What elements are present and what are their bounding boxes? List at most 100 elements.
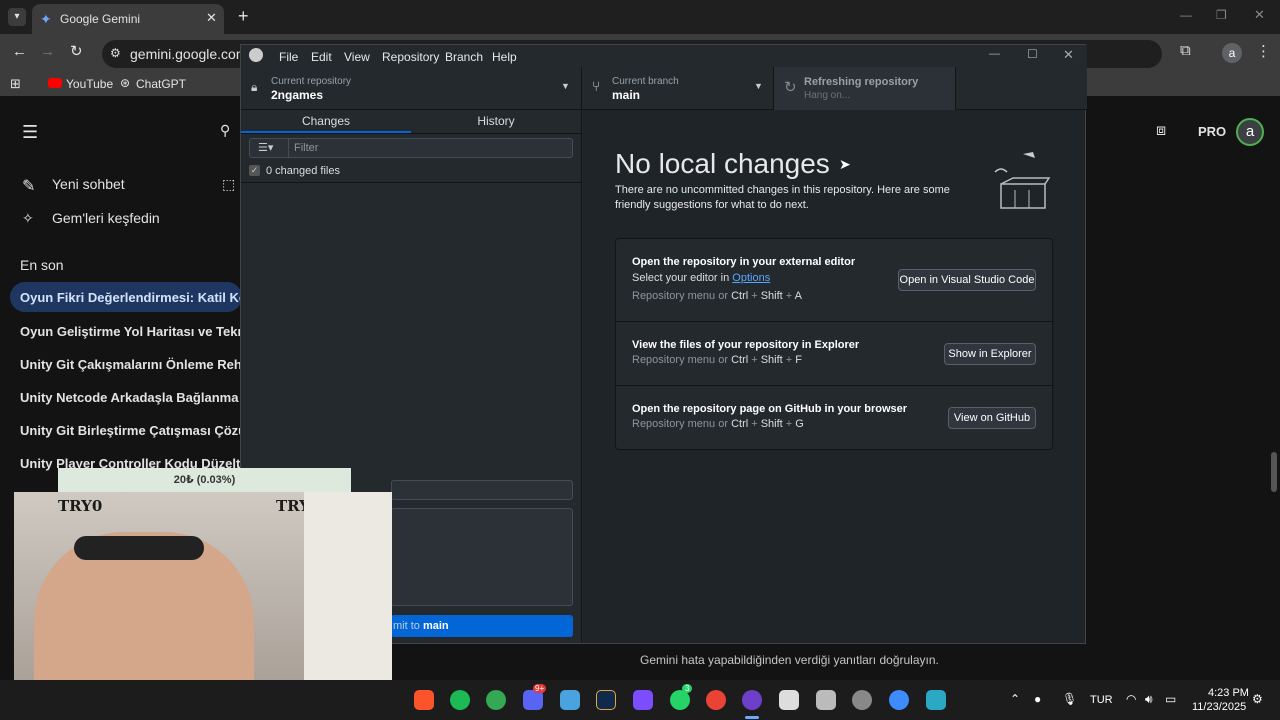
suggestion-shortcut: Repository menu or Ctrl + Shift + A <box>632 290 803 302</box>
menu-repository[interactable]: Repository <box>382 50 439 64</box>
wifi-icon[interactable]: ◠ <box>1126 692 1136 706</box>
recent-chat-item[interactable]: Unity Git Çakışmalarını Önleme Rehb... <box>20 357 240 372</box>
empty-boxes-illustration-icon <box>994 152 1051 209</box>
volume-icon[interactable]: 🔊︎ <box>1145 692 1153 707</box>
recent-chat-item[interactable]: Oyun Geliştirme Yol Haritası ve Teknik..… <box>20 324 240 339</box>
show-in-explorer-button[interactable]: Show in Explorer <box>944 343 1036 365</box>
app-icon[interactable] <box>560 690 580 710</box>
options-link[interactable]: Options <box>732 272 770 284</box>
new-tab-button[interactable]: + <box>238 6 249 27</box>
profile-avatar[interactable]: a <box>1222 43 1242 63</box>
app-icon[interactable] <box>633 690 653 710</box>
account-avatar[interactable]: a <box>1236 118 1264 146</box>
open-in-vscode-button[interactable]: Open in Visual Studio Code <box>898 269 1036 291</box>
filter-options-icon[interactable]: ☰▾ <box>258 141 273 154</box>
minimize-icon[interactable]: — <box>1180 8 1192 22</box>
current-branch-dropdown[interactable]: ⑂ Current branch main ▼ <box>582 67 774 110</box>
github-desktop-icon[interactable] <box>742 690 762 710</box>
chrome-icon[interactable] <box>706 690 726 710</box>
unity-hub-icon[interactable] <box>816 690 836 710</box>
whatsapp-icon[interactable]: 3 <box>670 684 693 710</box>
sync-icon: ↻ <box>784 79 797 96</box>
notifications-icon[interactable]: ⚙ <box>1252 692 1263 706</box>
battery-icon[interactable]: ▭ <box>1165 692 1176 706</box>
clock-time[interactable]: 4:23 PM <box>1208 687 1249 699</box>
suggestion-editor-hint: Select your editor in Options <box>632 272 770 284</box>
youtube-icon <box>48 78 62 88</box>
menu-help[interactable]: Help <box>492 50 517 64</box>
forward-icon[interactable]: → <box>40 43 55 60</box>
view-on-github-button[interactable]: View on GitHub <box>948 407 1036 429</box>
gh-close-icon[interactable]: ✕ <box>1063 47 1074 63</box>
webcam-feed: TRY0 TRY65000 <box>14 492 392 706</box>
tab-history[interactable]: History <box>411 110 581 132</box>
refresh-repository-button[interactable]: ↻ Refreshing repository Hang on... <box>774 67 956 110</box>
commit-button[interactable]: mit to main <box>391 615 573 637</box>
hamburger-menu-icon[interactable]: ☰ <box>22 122 38 143</box>
shortcut-prefix: Repository menu or <box>632 354 728 366</box>
brave-icon[interactable] <box>414 690 434 710</box>
language-indicator[interactable]: TUR <box>1090 694 1113 706</box>
browser-tab[interactable]: ✦ Google Gemini ✕ <box>32 4 224 34</box>
page-scrollbar[interactable] <box>1271 452 1277 492</box>
app-icon[interactable] <box>926 690 946 710</box>
lock-icon: 🔒︎ <box>251 80 258 94</box>
back-icon[interactable]: ← <box>12 43 27 60</box>
temporary-chat-icon[interactable]: ⬚ <box>222 176 235 193</box>
explore-gems-link[interactable]: Gem'leri keşfedin <box>52 210 160 226</box>
recent-chat-item[interactable]: Unity Git Birleştirme Çatışması Çözümü <box>20 423 240 438</box>
apps-icon[interactable]: ⊞ <box>10 76 21 92</box>
shortcut-key-ctrl: Ctrl <box>731 418 749 430</box>
bookmark-chatgpt[interactable]: ChatGPT <box>136 77 186 91</box>
app-icon[interactable] <box>889 690 909 710</box>
menu-edit[interactable]: Edit <box>311 50 332 64</box>
recent-chat-item[interactable]: Oyun Fikri Değerlendirmesi: Katil Köylü <box>20 290 240 305</box>
menu-icon[interactable]: ⋮ <box>1256 42 1271 60</box>
no-changes-title: No local changes <box>615 148 830 179</box>
chrome-icon[interactable] <box>486 690 506 710</box>
gh-maximize-icon[interactable]: ☐ <box>1027 47 1038 61</box>
editor-hint-prefix: Select your editor in <box>632 272 733 284</box>
new-chat-button[interactable]: Yeni sohbet <box>52 176 125 192</box>
chevron-down-icon: ▼ <box>561 81 570 91</box>
refresh-label: Refreshing repository <box>804 76 919 88</box>
reload-icon[interactable]: ↻ <box>70 42 83 60</box>
select-all-checkbox[interactable]: ✓ <box>249 165 260 176</box>
tab-title: Google Gemini <box>60 12 141 26</box>
gh-minimize-icon[interactable]: — <box>989 48 1000 60</box>
recent-chat-item[interactable]: Unity Netcode Arkadaşla Bağlanma <box>20 390 240 405</box>
suggestion-show-in-explorer: View the files of your repository in Exp… <box>616 322 1054 386</box>
close-tab-icon[interactable]: ✕ <box>206 10 217 26</box>
suggestion-open-editor: Open the repository in your external edi… <box>616 239 1054 322</box>
commit-summary-input[interactable] <box>391 480 573 500</box>
tab-search-button[interactable]: ▾ <box>8 8 26 26</box>
unity-icon[interactable] <box>779 690 799 710</box>
search-icon[interactable]: ⚲ <box>220 122 230 139</box>
menu-file[interactable]: File <box>279 50 298 64</box>
shortcut-prefix: Repository menu or <box>632 418 728 430</box>
menu-branch[interactable]: Branch <box>445 50 483 64</box>
chat-history-icon[interactable]: ⧈ <box>1156 122 1166 140</box>
filter-input[interactable]: Filter <box>294 142 318 154</box>
extensions-icon[interactable]: ⧉ <box>1180 42 1191 59</box>
menu-view[interactable]: View <box>344 50 370 64</box>
clock-date[interactable]: 11/23/2025 <box>1192 701 1246 713</box>
filter-box[interactable]: ☰▾ Filter <box>249 138 573 158</box>
app-icon[interactable] <box>596 690 616 710</box>
microphone-icon[interactable]: 🎙︎ <box>1062 692 1077 706</box>
shortcut-key-ctrl: Ctrl <box>731 290 749 302</box>
show-hidden-icons[interactable]: ⌃ <box>1010 692 1020 706</box>
pro-badge: PRO <box>1198 124 1227 139</box>
tab-changes[interactable]: Changes <box>241 110 411 132</box>
discord-icon[interactable]: 9+ <box>523 684 547 710</box>
site-info-icon[interactable]: ⚙ <box>110 46 121 60</box>
close-window-icon[interactable]: ✕ <box>1254 7 1265 23</box>
current-repository-dropdown[interactable]: 🔒︎ Current repository 2ngames ▼ <box>241 67 582 110</box>
tray-app-icon[interactable]: ● <box>1034 692 1041 706</box>
commit-description-input[interactable] <box>391 508 573 606</box>
app-icon[interactable] <box>852 690 872 710</box>
restore-icon[interactable]: ❐ <box>1216 8 1227 22</box>
spotify-icon[interactable] <box>450 690 470 710</box>
tabs-divider <box>241 133 582 134</box>
bookmark-youtube[interactable]: YouTube <box>66 77 113 91</box>
